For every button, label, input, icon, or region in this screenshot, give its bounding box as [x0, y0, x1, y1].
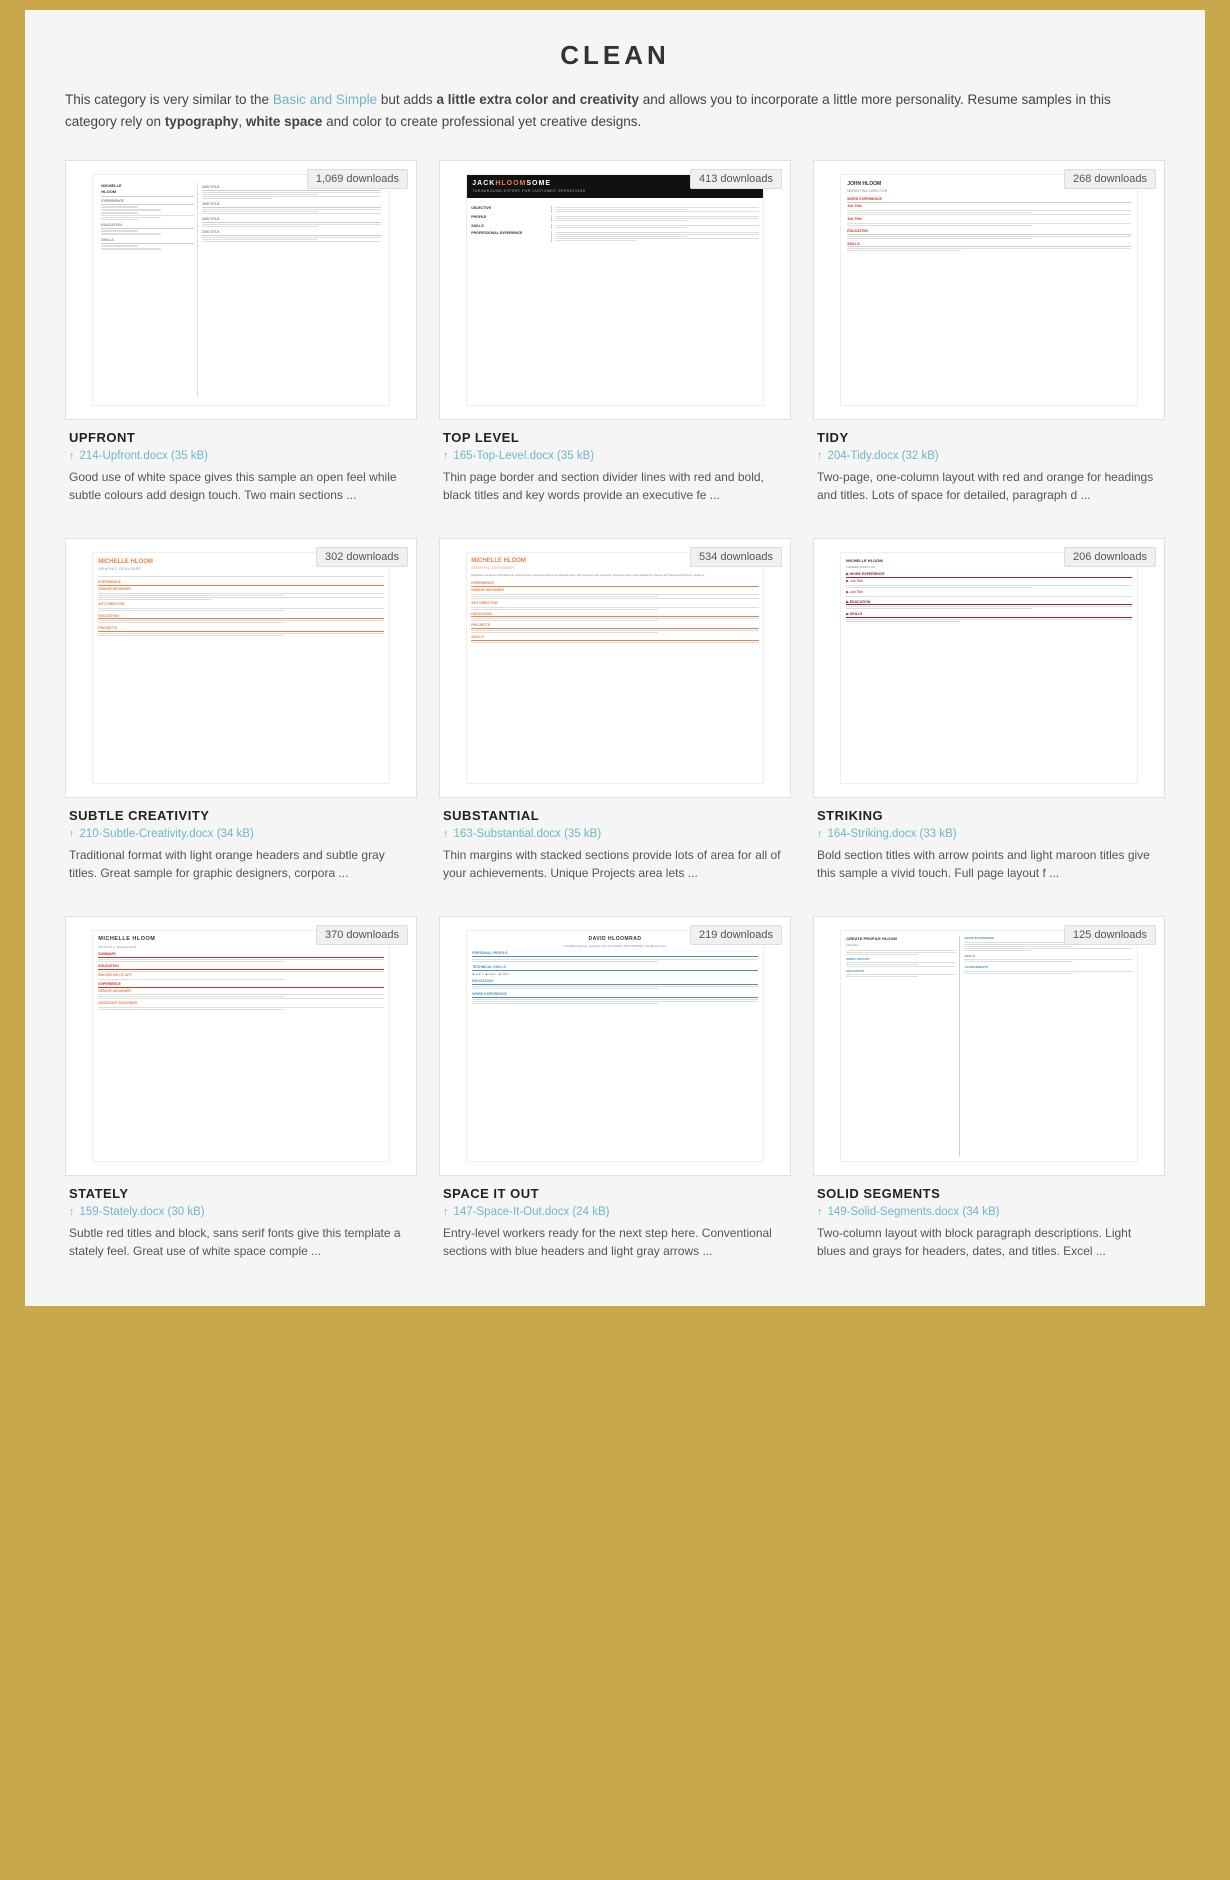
preview-substantial[interactable]: 534 downloads MICHELLE HLOOM GRAPHIC DES… — [439, 538, 791, 798]
downloads-badge-subtle: 302 downloads — [316, 547, 408, 567]
card-desc-stately: Subtle red titles and block, sans serif … — [69, 1224, 413, 1260]
file-icon-tidy: ↑ — [817, 450, 823, 462]
file-icon-substantial: ↑ — [443, 828, 449, 840]
card-file-substantial: ↑ 163-Substantial.docx (35 kB) — [443, 828, 787, 840]
card-title-substantial: SUBSTANTIAL — [443, 808, 787, 823]
resume-grid: 1,069 downloads MICHELLEHLOOM EXPERIENCE — [65, 160, 1165, 1266]
downloads-badge-tidy: 268 downloads — [1064, 169, 1156, 189]
file-icon-striking: ↑ — [817, 828, 823, 840]
resume-card-stately: 370 downloads MICHELLE HLOOM GRAPHIC DES… — [65, 916, 417, 1266]
card-title-upfront: UPFRONT — [69, 430, 413, 445]
card-title-stately: STATELY — [69, 1186, 413, 1201]
card-info-toplevel: TOP LEVEL ↑ 165-Top-Level.docx (35 kB) T… — [439, 420, 791, 510]
file-icon-subtle: ↑ — [69, 828, 75, 840]
card-title-tidy: TIDY — [817, 430, 1161, 445]
card-info-tidy: TIDY ↑ 204-Tidy.docx (32 kB) Two-page, o… — [813, 420, 1165, 510]
file-icon-solid: ↑ — [817, 1206, 823, 1218]
file-link-upfront[interactable]: 214-Upfront.docx (35 kB) — [80, 450, 208, 462]
resume-card-solid: 125 downloads CREATE PROFILE HLOOM Objec… — [813, 916, 1165, 1266]
card-info-upfront: UPFRONT ↑ 214-Upfront.docx (35 kB) Good … — [65, 420, 417, 510]
card-file-subtle: ↑ 210-Subtle-Creativity.docx (34 kB) — [69, 828, 413, 840]
card-file-solid: ↑ 149-Solid-Segments.docx (34 kB) — [817, 1206, 1161, 1218]
preview-spaceitout[interactable]: 219 downloads DAVID HLOOMRAD 123 Main Av… — [439, 916, 791, 1176]
card-desc-striking: Bold section titles with arrow points an… — [817, 846, 1161, 882]
downloads-badge-upfront: 1,069 downloads — [307, 169, 408, 189]
preview-subtle[interactable]: 302 downloads MICHELLE HLOOM GRAPHIC DES… — [65, 538, 417, 798]
main-container: CLEAN This category is very similar to t… — [25, 10, 1205, 1306]
file-link-solid[interactable]: 149-Solid-Segments.docx (34 kB) — [828, 1206, 1000, 1218]
file-link-stately[interactable]: 159-Stately.docx (30 kB) — [80, 1206, 205, 1218]
card-desc-tidy: Two-page, one-column layout with red and… — [817, 468, 1161, 504]
card-info-stately: STATELY ↑ 159-Stately.docx (30 kB) Subtl… — [65, 1176, 417, 1266]
downloads-badge-substantial: 534 downloads — [690, 547, 782, 567]
card-desc-spaceitout: Entry-level workers ready for the next s… — [443, 1224, 787, 1260]
preview-tidy[interactable]: 268 downloads JOHN HLOOM MARKETING DIREC… — [813, 160, 1165, 420]
downloads-badge-toplevel: 413 downloads — [690, 169, 782, 189]
file-link-subtle[interactable]: 210-Subtle-Creativity.docx (34 kB) — [80, 828, 254, 840]
downloads-badge-stately: 370 downloads — [316, 925, 408, 945]
file-icon-spaceitout: ↑ — [443, 1206, 449, 1218]
preview-upfront[interactable]: 1,069 downloads MICHELLEHLOOM EXPERIENCE — [65, 160, 417, 420]
resume-card-subtle: 302 downloads MICHELLE HLOOM GRAPHIC DES… — [65, 538, 417, 888]
file-link-striking[interactable]: 164-Striking.docx (33 kB) — [828, 828, 957, 840]
card-desc-toplevel: Thin page border and section divider lin… — [443, 468, 787, 504]
card-info-striking: STRIKING ↑ 164-Striking.docx (33 kB) Bol… — [813, 798, 1165, 888]
card-file-striking: ↑ 164-Striking.docx (33 kB) — [817, 828, 1161, 840]
preview-striking[interactable]: 206 downloads MICHELLE HLOOM CAREER DIRE… — [813, 538, 1165, 798]
card-desc-upfront: Good use of white space gives this sampl… — [69, 468, 413, 504]
card-title-striking: STRIKING — [817, 808, 1161, 823]
resume-card-spaceitout: 219 downloads DAVID HLOOMRAD 123 Main Av… — [439, 916, 791, 1266]
resume-card-striking: 206 downloads MICHELLE HLOOM CAREER DIRE… — [813, 538, 1165, 888]
card-title-spaceitout: SPACE IT OUT — [443, 1186, 787, 1201]
card-info-substantial: SUBSTANTIAL ↑ 163-Substantial.docx (35 k… — [439, 798, 791, 888]
downloads-badge-solid: 125 downloads — [1064, 925, 1156, 945]
resume-card-tidy: 268 downloads JOHN HLOOM MARKETING DIREC… — [813, 160, 1165, 510]
resume-card-upfront: 1,069 downloads MICHELLEHLOOM EXPERIENCE — [65, 160, 417, 510]
card-file-stately: ↑ 159-Stately.docx (30 kB) — [69, 1206, 413, 1218]
card-desc-solid: Two-column layout with block paragraph d… — [817, 1224, 1161, 1260]
resume-card-substantial: 534 downloads MICHELLE HLOOM GRAPHIC DES… — [439, 538, 791, 888]
page-title: CLEAN — [65, 40, 1165, 71]
card-desc-subtle: Traditional format with light orange hea… — [69, 846, 413, 882]
card-title-solid: SOLID SEGMENTS — [817, 1186, 1161, 1201]
resume-card-toplevel: 413 downloads JACKHLOOMSOME TURNAROUND E… — [439, 160, 791, 510]
card-info-subtle: SUBTLE CREATIVITY ↑ 210-Subtle-Creativit… — [65, 798, 417, 888]
card-file-tidy: ↑ 204-Tidy.docx (32 kB) — [817, 450, 1161, 462]
file-link-spaceitout[interactable]: 147-Space-It-Out.docx (24 kB) — [454, 1206, 610, 1218]
card-info-solid: SOLID SEGMENTS ↑ 149-Solid-Segments.docx… — [813, 1176, 1165, 1266]
card-title-subtle: SUBTLE CREATIVITY — [69, 808, 413, 823]
file-link-tidy[interactable]: 204-Tidy.docx (32 kB) — [828, 450, 939, 462]
downloads-badge-striking: 206 downloads — [1064, 547, 1156, 567]
card-file-toplevel: ↑ 165-Top-Level.docx (35 kB) — [443, 450, 787, 462]
card-title-toplevel: TOP LEVEL — [443, 430, 787, 445]
file-link-substantial[interactable]: 163-Substantial.docx (35 kB) — [454, 828, 602, 840]
file-link-toplevel[interactable]: 165-Top-Level.docx (35 kB) — [454, 450, 595, 462]
card-file-upfront: ↑ 214-Upfront.docx (35 kB) — [69, 450, 413, 462]
downloads-badge-spaceitout: 219 downloads — [690, 925, 782, 945]
card-info-spaceitout: SPACE IT OUT ↑ 147-Space-It-Out.docx (24… — [439, 1176, 791, 1266]
intro-text: This category is very similar to the Bas… — [65, 89, 1165, 132]
basic-simple-link[interactable]: Basic and Simple — [273, 92, 377, 107]
card-file-spaceitout: ↑ 147-Space-It-Out.docx (24 kB) — [443, 1206, 787, 1218]
file-icon-toplevel: ↑ — [443, 450, 449, 462]
preview-toplevel[interactable]: 413 downloads JACKHLOOMSOME TURNAROUND E… — [439, 160, 791, 420]
file-icon-upfront: ↑ — [69, 450, 75, 462]
file-icon-stately: ↑ — [69, 1206, 75, 1218]
preview-solid[interactable]: 125 downloads CREATE PROFILE HLOOM Objec… — [813, 916, 1165, 1176]
preview-stately[interactable]: 370 downloads MICHELLE HLOOM GRAPHIC DES… — [65, 916, 417, 1176]
card-desc-substantial: Thin margins with stacked sections provi… — [443, 846, 787, 882]
